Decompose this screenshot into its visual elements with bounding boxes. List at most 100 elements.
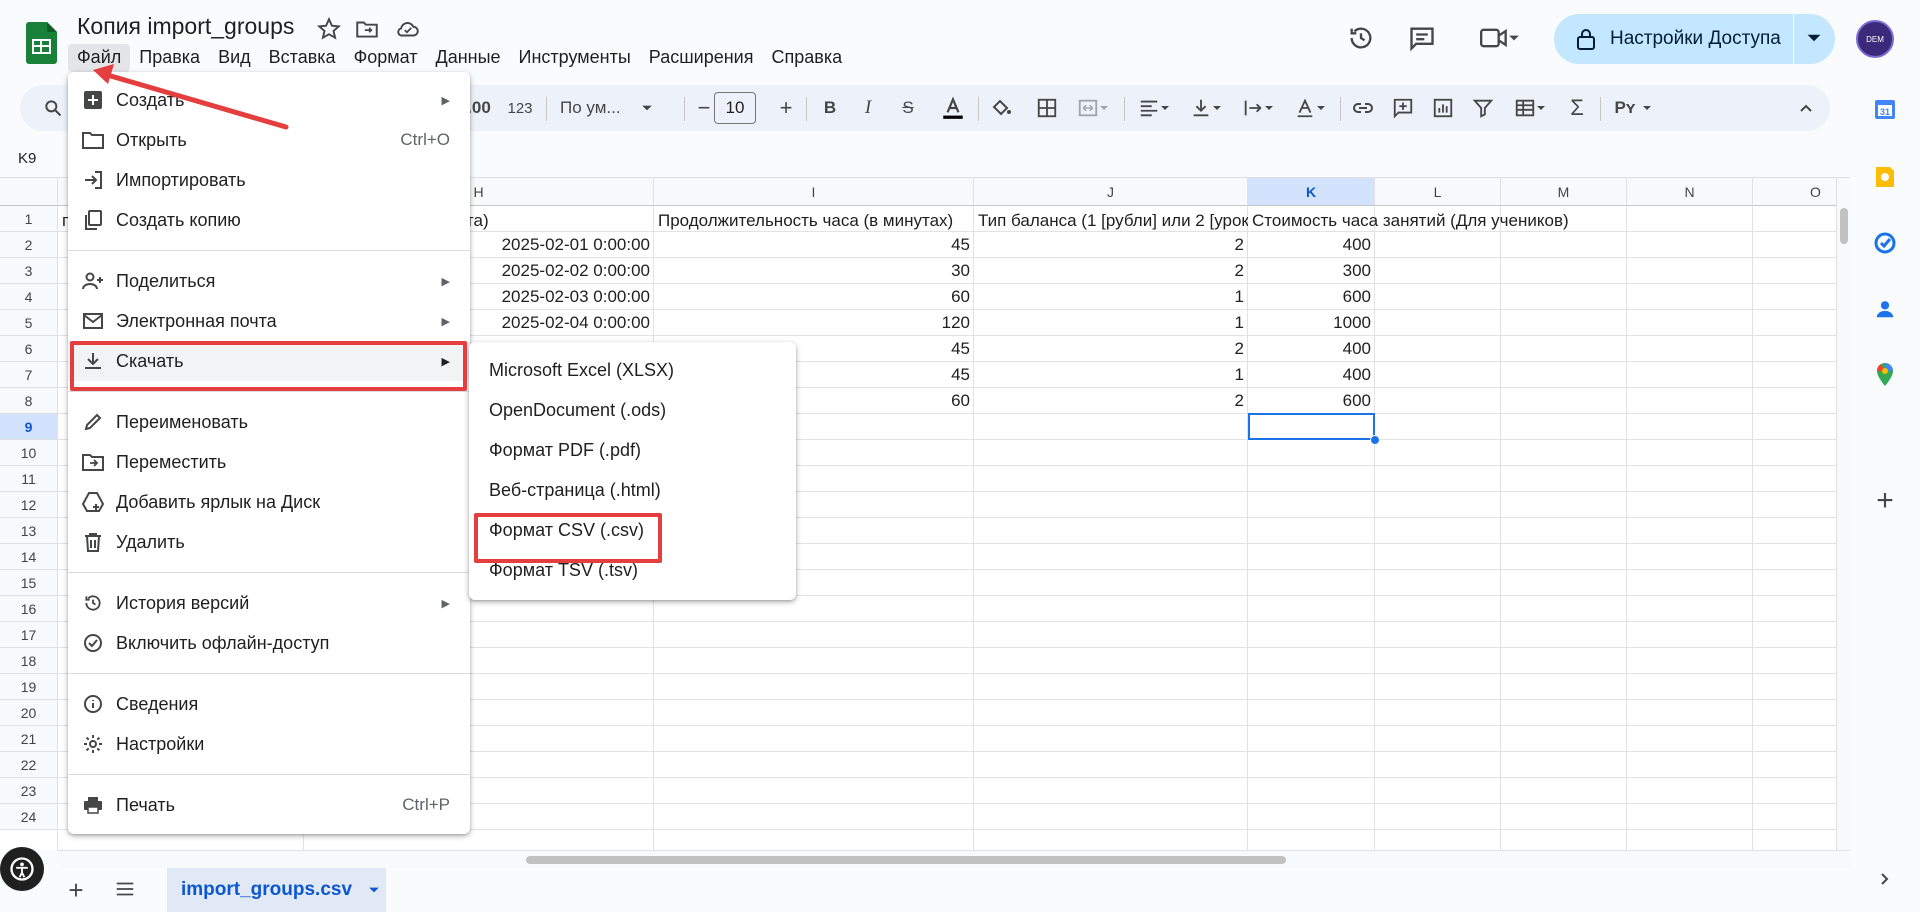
menu-item-rename[interactable]: Переименовать	[68, 402, 470, 442]
contacts-button[interactable]	[1872, 296, 1898, 322]
cell-k6[interactable]: 400	[1248, 336, 1375, 362]
text-color-button[interactable]	[938, 85, 968, 131]
menu-help[interactable]: Справка	[762, 44, 851, 72]
cell-i4[interactable]: 60	[654, 284, 974, 310]
keep-button[interactable]	[1872, 164, 1898, 190]
cell-j2[interactable]: 2	[974, 232, 1248, 258]
sheets-logo-icon[interactable]	[26, 22, 57, 64]
download-xlsx-option[interactable]: Microsoft Excel (XLSX)	[489, 360, 674, 381]
borders-button[interactable]	[1032, 85, 1062, 131]
font-size-input[interactable]: 10	[714, 92, 756, 124]
cell-j3[interactable]: 2	[974, 258, 1248, 284]
column-header-l[interactable]: L	[1375, 178, 1501, 206]
row-header[interactable]: 14	[0, 544, 58, 570]
filter-views-button[interactable]	[1506, 85, 1554, 131]
name-box[interactable]: K9	[0, 144, 70, 174]
row-header[interactable]: 9	[0, 414, 58, 440]
menu-edit[interactable]: Правка	[130, 44, 209, 72]
version-history-button[interactable]	[1343, 20, 1379, 56]
cell-i1[interactable]: Продолжительность часа (в минутах)	[654, 206, 974, 235]
bold-button[interactable]: B	[818, 85, 842, 131]
menu-tools[interactable]: Инструменты	[510, 44, 640, 72]
fill-color-button[interactable]	[986, 85, 1016, 131]
get-addons-button[interactable]: +	[1872, 484, 1898, 517]
menu-item-share[interactable]: Поделиться ▶	[68, 261, 470, 301]
menu-extensions[interactable]: Расширения	[640, 44, 763, 72]
select-all-corner[interactable]	[0, 178, 58, 206]
vertical-scrollbar[interactable]	[1836, 178, 1850, 850]
meet-button[interactable]	[1470, 20, 1530, 56]
cell-j1[interactable]: Тип баланса (1 [рубли] или 2 [урок	[974, 206, 1248, 235]
functions-button[interactable]: Σ	[1560, 85, 1594, 131]
hide-side-panel-button[interactable]	[1872, 866, 1898, 892]
all-sheets-button[interactable]	[114, 878, 136, 905]
row-header[interactable]: 12	[0, 492, 58, 518]
menu-item-open[interactable]: Открыть Ctrl+O	[68, 120, 470, 160]
download-ods-option[interactable]: OpenDocument (.ods)	[489, 400, 666, 421]
menu-item-email[interactable]: Электронная почта ▶	[68, 301, 470, 341]
cell-k3[interactable]: 300	[1248, 258, 1375, 284]
menu-item-create[interactable]: Создать ▶	[68, 80, 470, 120]
text-wrap-button[interactable]	[1236, 85, 1280, 131]
comments-button[interactable]	[1404, 20, 1440, 56]
avatar[interactable]: DEM	[1856, 20, 1894, 58]
cell-k1[interactable]: Стоимость часа занятий (Для учеников)	[1248, 206, 1628, 235]
menu-item-settings[interactable]: Настройки	[68, 724, 470, 764]
italic-button[interactable]: I	[856, 85, 880, 131]
selected-cell-k9[interactable]	[1248, 413, 1375, 440]
row-header[interactable]: 16	[0, 596, 58, 622]
menu-item-print[interactable]: Печать Ctrl+P	[68, 785, 470, 825]
share-dropdown-icon[interactable]	[1806, 30, 1822, 46]
column-header-o[interactable]: O	[1753, 178, 1836, 206]
maps-button[interactable]	[1872, 362, 1898, 388]
accessibility-button[interactable]	[0, 847, 44, 891]
horizontal-scrollbar[interactable]	[58, 850, 1850, 868]
calendar-button[interactable]: 31	[1872, 96, 1898, 122]
horizontal-align-button[interactable]	[1132, 85, 1176, 131]
row-header[interactable]: 20	[0, 700, 58, 726]
add-sheet-button[interactable]: +	[62, 875, 90, 905]
cell-i2[interactable]: 45	[654, 232, 974, 258]
row-header[interactable]: 8	[0, 388, 58, 414]
font-family-select[interactable]: По ум...	[560, 85, 680, 131]
row-header[interactable]: 3	[0, 258, 58, 284]
increase-font-size-button[interactable]: +	[774, 85, 798, 131]
insert-link-button[interactable]	[1346, 85, 1380, 131]
column-header-j[interactable]: J	[974, 178, 1248, 206]
horizontal-scroll-thumb[interactable]	[526, 856, 1286, 864]
menu-item-offline[interactable]: Включить офлайн-доступ	[68, 623, 470, 663]
decrease-font-size-button[interactable]: −	[692, 85, 716, 131]
column-header-n[interactable]: N	[1627, 178, 1753, 206]
chevron-down-icon[interactable]	[368, 884, 380, 896]
download-tsv-option[interactable]: Формат TSV (.tsv)	[489, 560, 638, 581]
cell-k7[interactable]: 400	[1248, 362, 1375, 388]
cell-i3[interactable]: 30	[654, 258, 974, 284]
menu-item-delete[interactable]: Удалить	[68, 522, 470, 562]
row-header[interactable]: 21	[0, 726, 58, 752]
row-header[interactable]: 4	[0, 284, 58, 310]
cell-j7[interactable]: 1	[974, 362, 1248, 388]
menu-data[interactable]: Данные	[427, 44, 510, 72]
share-button[interactable]: Настройки Доступа	[1554, 14, 1835, 64]
menu-item-details[interactable]: Сведения	[68, 684, 470, 724]
row-header[interactable]: 15	[0, 570, 58, 596]
strikethrough-button[interactable]: S	[896, 85, 920, 131]
vertical-align-button[interactable]	[1184, 85, 1228, 131]
search-menus-button[interactable]	[38, 85, 68, 131]
row-header[interactable]: 24	[0, 804, 58, 830]
row-header[interactable]: 7	[0, 362, 58, 388]
menu-format[interactable]: Формат	[345, 44, 427, 72]
row-header[interactable]: 23	[0, 778, 58, 804]
collapse-toolbar-button[interactable]	[1794, 85, 1818, 131]
row-header[interactable]: 1	[0, 206, 58, 232]
fill-handle[interactable]	[1370, 435, 1380, 445]
menu-item-import[interactable]: Импортировать	[68, 160, 470, 200]
cell-k8[interactable]: 600	[1248, 388, 1375, 414]
cell-j5[interactable]: 1	[974, 310, 1248, 336]
menu-item-make-copy[interactable]: Создать копию	[68, 200, 470, 240]
row-header[interactable]: 2	[0, 232, 58, 258]
more-formats-button[interactable]: 123	[502, 85, 538, 131]
star-icon[interactable]	[316, 16, 342, 42]
cell-j8[interactable]: 2	[974, 388, 1248, 414]
column-header-k[interactable]: K	[1248, 178, 1375, 206]
